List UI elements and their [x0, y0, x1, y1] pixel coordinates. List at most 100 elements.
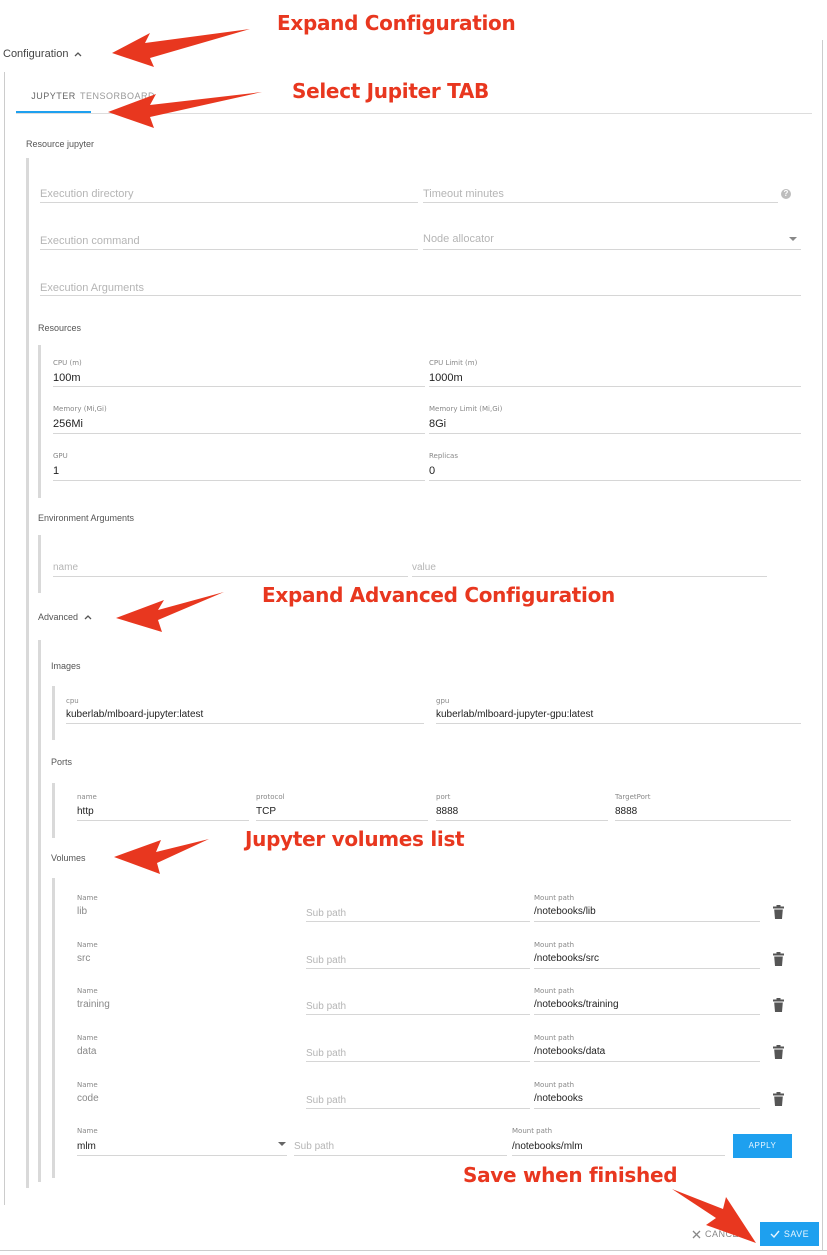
trash-icon[interactable] — [773, 1045, 784, 1059]
chevron-up-icon — [84, 615, 92, 620]
trash-icon[interactable] — [773, 905, 784, 919]
configuration-toggle[interactable]: Configuration — [3, 47, 82, 61]
port-port-input[interactable]: 8888 — [436, 806, 458, 817]
port-target-underline — [615, 820, 791, 821]
volume-mount-underline — [534, 1061, 760, 1062]
volume-mount-underline — [534, 921, 760, 922]
env-name-input[interactable]: name — [53, 562, 78, 573]
dropdown-arrow-icon[interactable] — [278, 1142, 286, 1146]
volume-mount-underline — [534, 1014, 760, 1015]
timeout-input[interactable]: Timeout minutes — [423, 188, 504, 200]
annotation-expand-configuration: Expand Configuration — [277, 11, 516, 35]
annotation-volumes-list: Jupyter volumes list — [245, 827, 465, 851]
volumes-title: Volumes — [51, 853, 86, 863]
env-value-underline — [412, 576, 767, 577]
dropdown-arrow-icon[interactable] — [789, 237, 797, 241]
port-name-input[interactable]: http — [77, 806, 94, 817]
port-port-underline — [436, 820, 608, 821]
image-cpu-input[interactable]: kuberlab/mlboard-jupyter:latest — [66, 709, 203, 720]
volume-name-value: training — [77, 999, 110, 1010]
volume-mount-underline — [534, 1108, 760, 1109]
volume-name-label: Name — [77, 1034, 98, 1042]
volume-sub-path-underline — [306, 1061, 530, 1062]
volume-mount-underline — [534, 968, 760, 969]
volumes-section-bar — [52, 878, 55, 1178]
volume-sub-path-input[interactable]: Sub path — [306, 955, 346, 966]
new-volume-sub-path-input[interactable]: Sub path — [294, 1141, 334, 1152]
node-allocator-underline — [423, 249, 801, 250]
volume-mount-input[interactable]: /notebooks — [534, 1093, 583, 1104]
new-volume-name-underline — [77, 1155, 287, 1156]
volume-name-label: Name — [77, 941, 98, 949]
execution-directory-input[interactable]: Execution directory — [40, 188, 134, 200]
volume-sub-path-input[interactable]: Sub path — [306, 908, 346, 919]
annotation-save: Save when finished — [463, 1163, 678, 1187]
gpu-input[interactable]: 1 — [53, 465, 59, 477]
port-protocol-underline — [256, 820, 428, 821]
memory-limit-underline — [429, 433, 801, 434]
chevron-up-icon — [74, 52, 82, 57]
new-volume-mount-input[interactable]: /notebooks/mlm — [512, 1141, 583, 1152]
volume-mount-input[interactable]: /notebooks/src — [534, 953, 599, 964]
memory-limit-input[interactable]: 8Gi — [429, 418, 446, 430]
volume-mount-input[interactable]: /notebooks/data — [534, 1046, 605, 1057]
checkmark-icon — [770, 1230, 780, 1238]
volume-name-value: lib — [77, 906, 88, 917]
image-gpu-input[interactable]: kuberlab/mlboard-jupyter-gpu:latest — [436, 709, 593, 720]
memory-input[interactable]: 256Mi — [53, 418, 83, 430]
annotation-arrow-save — [672, 1189, 756, 1243]
panel-border-left — [4, 72, 5, 1205]
volume-sub-path-underline — [306, 968, 530, 969]
tab-jupyter-label: JUPYTER — [31, 91, 76, 101]
cpu-underline — [53, 386, 425, 387]
help-icon[interactable]: ? — [781, 189, 791, 199]
annotation-arrow-advanced — [116, 592, 224, 632]
panel-border-right — [822, 40, 823, 1250]
volume-mount-label: Mount path — [534, 941, 575, 949]
volume-mount-label: Mount path — [534, 1034, 575, 1042]
port-port-label: port — [436, 793, 451, 801]
replicas-label: Replicas — [429, 452, 458, 460]
execution-command-input[interactable]: Execution command — [40, 235, 140, 247]
new-volume-mount-underline — [512, 1155, 725, 1156]
cpu-label: CPU (m) — [53, 359, 82, 367]
annotation-expand-advanced: Expand Advanced Configuration — [262, 583, 615, 607]
trash-icon[interactable] — [773, 952, 784, 966]
port-target-input[interactable]: 8888 — [615, 806, 637, 817]
memory-underline — [53, 433, 425, 434]
replicas-input[interactable]: 0 — [429, 465, 435, 477]
image-gpu-label: gpu — [436, 697, 450, 705]
port-protocol-label: protocol — [256, 793, 285, 801]
cpu-limit-input[interactable]: 1000m — [429, 372, 463, 384]
volume-mount-input[interactable]: /notebooks/lib — [534, 906, 596, 917]
trash-icon[interactable] — [773, 1092, 784, 1106]
volume-sub-path-input[interactable]: Sub path — [306, 1048, 346, 1059]
port-protocol-input[interactable]: TCP — [256, 806, 276, 817]
replicas-underline — [429, 480, 801, 481]
volume-name-label: Name — [77, 894, 98, 902]
volume-sub-path-input[interactable]: Sub path — [306, 1001, 346, 1012]
trash-icon[interactable] — [773, 998, 784, 1012]
memory-limit-label: Memory Limit (Mi,Gi) — [429, 405, 503, 413]
images-title: Images — [51, 661, 81, 671]
node-allocator-select[interactable]: Node allocator — [423, 233, 494, 245]
execution-command-underline — [40, 249, 418, 250]
volume-sub-path-underline — [306, 1108, 530, 1109]
volume-mount-input[interactable]: /notebooks/training — [534, 999, 619, 1010]
volume-mount-label: Mount path — [534, 894, 575, 902]
cpu-input[interactable]: 100m — [53, 372, 81, 384]
new-volume-name-label: Name — [77, 1127, 98, 1135]
annotation-select-tab: Select Jupiter TAB — [292, 79, 489, 103]
execution-arguments-underline — [40, 295, 801, 296]
annotation-arrow-configuration — [112, 29, 250, 67]
save-button[interactable]: SAVE — [760, 1222, 819, 1246]
execution-arguments-input[interactable]: Execution Arguments — [40, 282, 144, 294]
env-value-input[interactable]: value — [412, 562, 436, 573]
new-volume-name-select[interactable]: mlm — [77, 1141, 96, 1152]
advanced-section-bar — [38, 640, 41, 1182]
images-section-bar — [52, 686, 55, 740]
gpu-underline — [53, 480, 425, 481]
apply-button[interactable]: APPLY — [733, 1134, 792, 1158]
volume-sub-path-input[interactable]: Sub path — [306, 1095, 346, 1106]
advanced-toggle[interactable]: Advanced — [38, 611, 92, 623]
